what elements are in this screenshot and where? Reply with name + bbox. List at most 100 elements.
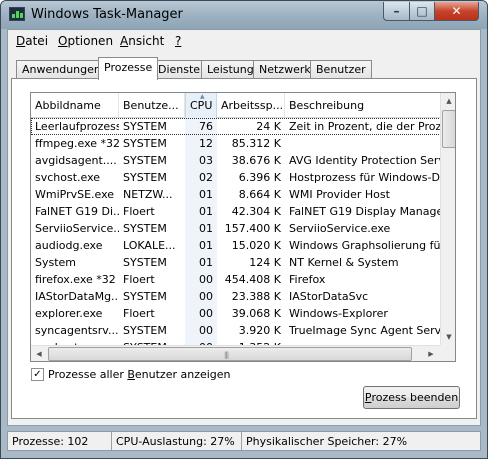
scroll-right-arrow-icon[interactable]: ▶ [423, 346, 439, 361]
process-row[interactable]: IAStorDataMg... SYSTEM 00 23.388 K IAStorDat… [31, 288, 441, 305]
tab-dienste[interactable]: Dienste [152, 60, 207, 79]
show-all-users-checkbox[interactable]: ✓ [31, 368, 44, 381]
tab-prozesse[interactable]: Prozesse [98, 57, 159, 80]
task-manager-window: Windows Task-Manager – □ ✕ Datei Optione… [0, 0, 488, 459]
horizontal-scrollbar[interactable]: ◀ ||| ▶ [31, 345, 440, 361]
process-mem-cell: 6.396 K [238, 171, 281, 184]
process-desc-cell: IAStorDataSvc [289, 290, 369, 303]
tab-anwendungen[interactable]: Anwendungen [16, 60, 107, 79]
column-header-cpu[interactable]: ▲ CPU [185, 93, 217, 118]
status-process-count: Prozesse: 102 [8, 432, 112, 450]
process-user-cell: SYSTEM [123, 137, 167, 150]
process-user-cell: Floert [123, 205, 155, 218]
maximize-button[interactable]: □ [409, 2, 435, 21]
process-row[interactable]: svchost.exe SYSTEM 02 6.396 K Hostprozess fü… [31, 169, 441, 186]
process-rows: Leerlaufprozess SYSTEM 76 24 K Zeit in Proze… [31, 118, 441, 356]
show-all-users-option[interactable]: ✓ Prozesse aller Benutzer anzeigen [31, 368, 231, 381]
scrollbar-corner [440, 345, 455, 361]
scroll-up-arrow-icon[interactable]: ▲ [441, 93, 455, 109]
process-name-cell: System [35, 256, 77, 269]
status-bar-inner: Prozesse: 102 CPU-Auslastung: 27% Physik… [7, 431, 481, 451]
process-name-cell: firefox.exe *32 [35, 273, 116, 286]
process-row[interactable]: FalNET G19 Di... Floert 01 42.304 K FalNET G… [31, 203, 441, 220]
process-row[interactable]: firefox.exe *32 Floert 00 454.408 K Firefox [31, 271, 441, 288]
process-mem-cell: 124 K [249, 256, 281, 269]
process-user-cell: SYSTEM [123, 324, 167, 337]
process-cpu-cell: 02 [199, 171, 213, 184]
process-mem-cell: 38.676 K [231, 154, 281, 167]
status-memory-usage: Physikalischer Speicher: 27% [246, 435, 408, 448]
process-row[interactable]: Leerlaufprozess SYSTEM 76 24 K Zeit in Proze… [31, 118, 441, 135]
process-name-cell: avgidsagent.... [35, 154, 117, 167]
process-mem-cell: 39.068 K [231, 307, 281, 320]
process-row[interactable]: ServiioService... SYSTEM 01 157.400 K Servii… [31, 220, 441, 237]
process-row[interactable]: syncagentsrv... SYSTEM 00 3.920 K TrueImage … [31, 322, 441, 339]
process-user-cell: SYSTEM [123, 120, 167, 133]
process-cpu-cell: 12 [199, 137, 213, 150]
process-desc-cell: AVG Identity Protection Serv... [289, 154, 441, 167]
vertical-scroll-thumb[interactable] [442, 110, 455, 148]
scroll-grip-icon: ||| [224, 351, 229, 359]
process-mem-cell: 3.920 K [238, 324, 281, 337]
process-row[interactable]: WmiPrvSE.exe NETZW... 01 8.664 K WMI Provide… [31, 186, 441, 203]
process-desc-cell: Windows-Explorer [289, 307, 388, 320]
process-cpu-cell: 00 [199, 273, 213, 286]
process-mem-cell: 24 K [256, 120, 281, 133]
menu-optionen[interactable]: Optionen [58, 34, 113, 48]
maximize-icon: □ [416, 4, 428, 18]
menu-ansicht[interactable]: Ansicht [120, 34, 164, 48]
process-row[interactable]: avgidsagent.... SYSTEM 03 38.676 K AVG Ident… [31, 152, 441, 169]
process-desc-cell: FalNET G19 Display Manager [289, 205, 441, 218]
process-cpu-cell: 00 [199, 290, 213, 303]
column-header-memory[interactable]: Arbeitssp... [217, 93, 285, 118]
show-all-users-label[interactable]: Prozesse aller Benutzer anzeigen [48, 368, 231, 381]
process-mem-cell: 157.400 K [224, 222, 281, 235]
scroll-down-arrow-icon[interactable]: ▼ [441, 329, 455, 345]
process-row[interactable]: explorer.exe Floert 00 39.068 K Windows-Expl… [31, 305, 441, 322]
process-cpu-cell: 00 [199, 324, 213, 337]
menu-help[interactable]: ? [175, 34, 181, 48]
window-title: Windows Task-Manager [31, 7, 183, 22]
column-header-description[interactable]: Beschreibung [285, 93, 441, 118]
process-name-cell: ServiioService... [35, 222, 119, 235]
process-row[interactable]: audiodg.exe LOKALE... 01 15.020 K Windows Gr… [31, 237, 441, 254]
process-cpu-cell: 01 [199, 239, 213, 252]
close-button[interactable]: ✕ [434, 2, 479, 21]
column-header-user[interactable]: Benutze... [119, 93, 185, 118]
process-name-cell: explorer.exe [35, 307, 103, 320]
checkmark-icon: ✓ [33, 369, 42, 380]
process-desc-cell: TrueImage Sync Agent Service [289, 324, 441, 337]
process-user-cell: SYSTEM [123, 222, 167, 235]
process-mem-cell: 8.664 K [238, 188, 281, 201]
horizontal-scroll-thumb[interactable]: ||| [48, 347, 412, 361]
process-desc-cell: ServiioService.exe [289, 222, 391, 235]
process-name-cell: Leerlaufprozess [35, 120, 119, 133]
process-row[interactable]: System SYSTEM 01 124 K NT Kernel & System [31, 254, 441, 271]
process-cpu-cell: 01 [199, 222, 213, 235]
process-desc-cell: Hostprozess für Windows-Di... [289, 171, 441, 184]
process-mem-cell: 42.304 K [231, 205, 281, 218]
vertical-scrollbar[interactable]: ▲ ▼ [440, 93, 455, 345]
process-list[interactable]: Abbildname Benutze... ▲ CPU Arbeitssp... … [30, 92, 456, 362]
process-desc-cell: WMI Provider Host [289, 188, 390, 201]
menu-datei[interactable]: Datei [16, 34, 48, 48]
minimize-icon: – [393, 4, 400, 18]
column-header-image-name[interactable]: Abbildname [31, 93, 119, 118]
tab-benutzer[interactable]: Benutzer [310, 60, 372, 79]
title-bar[interactable]: Windows Task-Manager – □ ✕ [1, 1, 487, 29]
process-name-cell: FalNET G19 Di... [35, 205, 119, 218]
status-bar: Prozesse: 102 CPU-Auslastung: 27% Physik… [1, 428, 487, 458]
process-user-cell: NETZW... [123, 188, 173, 201]
client-area: Datei Optionen Ansicht ? Anwendungen Pro… [7, 29, 481, 426]
minimize-button[interactable]: – [383, 2, 410, 21]
process-cpu-cell: 01 [199, 256, 213, 269]
process-user-cell: Floert [123, 273, 155, 286]
scroll-left-arrow-icon[interactable]: ◀ [31, 346, 47, 361]
process-mem-cell: 85.312 K [231, 137, 281, 150]
tab-leistung[interactable]: Leistung [201, 60, 260, 79]
process-row[interactable]: ffmpeg.exe *32 SYSTEM 12 85.312 K [31, 135, 441, 152]
process-name-cell: WmiPrvSE.exe [35, 188, 115, 201]
end-process-button[interactable]: Prozess beenden [363, 386, 460, 409]
process-name-cell: audiodg.exe [35, 239, 103, 252]
tab-netzwerk[interactable]: Netzwerk [253, 60, 317, 79]
